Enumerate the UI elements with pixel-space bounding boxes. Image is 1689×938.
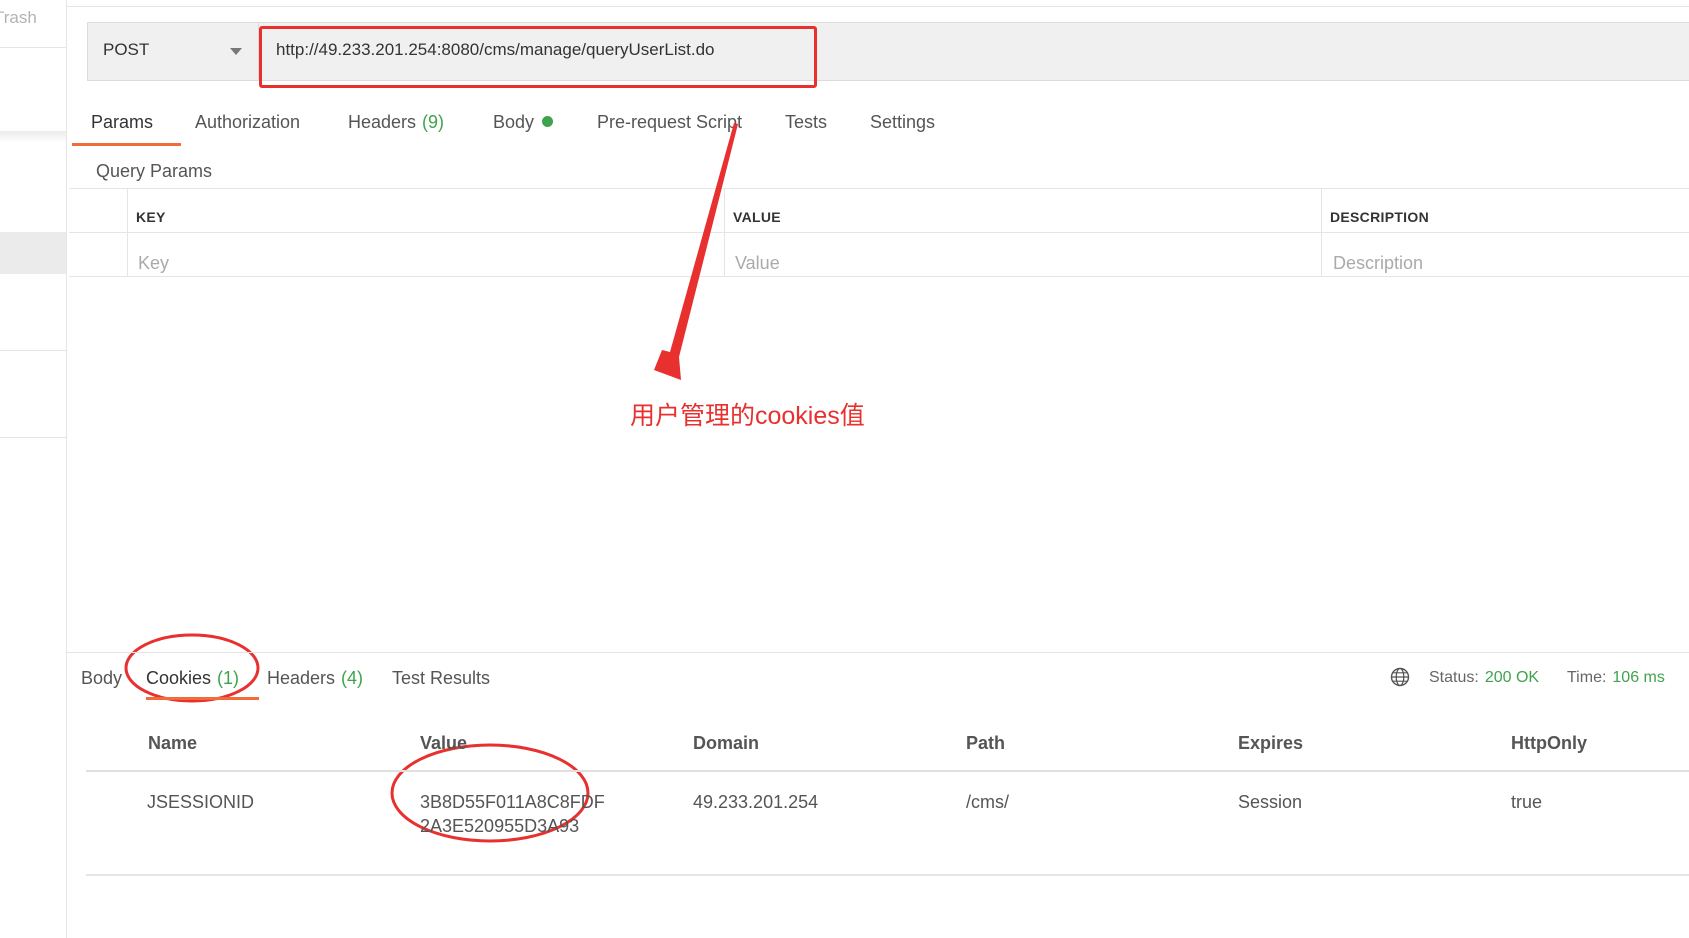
method-select[interactable]: POST bbox=[103, 40, 149, 60]
tab-label: Headers bbox=[348, 112, 417, 132]
tab-headers[interactable]: Headers (9) bbox=[348, 112, 444, 133]
param-value-input[interactable]: Value bbox=[735, 253, 780, 274]
tab-body[interactable]: Body bbox=[493, 112, 554, 133]
tab-label: Cookies bbox=[146, 668, 212, 688]
cookie-name: JSESSIONID bbox=[147, 792, 255, 812]
tab-label: Body bbox=[493, 112, 535, 132]
top-divider bbox=[66, 6, 1689, 7]
params-col-divider bbox=[127, 188, 128, 276]
annotation-arrow-shape bbox=[654, 123, 738, 380]
sidebar: Trash bbox=[0, 0, 67, 938]
status-label: Status: bbox=[1429, 669, 1479, 686]
params-col-value: VALUE bbox=[733, 209, 781, 225]
sidebar-divider bbox=[0, 47, 66, 48]
time-value: 106 ms bbox=[1612, 669, 1665, 686]
param-key-input[interactable]: Key bbox=[138, 253, 169, 274]
tab-label: Headers bbox=[267, 668, 336, 688]
response-tab-headers[interactable]: Headers (4) bbox=[267, 668, 363, 689]
tab-label: Test Results bbox=[392, 668, 491, 688]
response-tab-test-results[interactable]: Test Results bbox=[392, 668, 490, 689]
cookie-expires: Session bbox=[1238, 792, 1303, 812]
cookies-header-line bbox=[86, 770, 1689, 772]
tab-count: (1) bbox=[217, 668, 240, 688]
sidebar-divider bbox=[0, 350, 66, 351]
sidebar-trash-label[interactable]: Trash bbox=[0, 8, 37, 28]
tab-label: Body bbox=[81, 668, 123, 688]
params-col-description: DESCRIPTION bbox=[1330, 209, 1429, 225]
globe-icon[interactable] bbox=[1390, 667, 1410, 687]
cookies-col-value: Value bbox=[420, 733, 468, 753]
tab-authorization[interactable]: Authorization bbox=[195, 112, 300, 133]
response-status: Status: 200 OK bbox=[1429, 669, 1539, 687]
caret-down-icon[interactable] bbox=[230, 48, 242, 55]
cookies-row-line bbox=[86, 874, 1689, 876]
params-table-bottom bbox=[69, 276, 1689, 277]
param-description-input[interactable]: Description bbox=[1333, 253, 1423, 274]
cookies-col-expires: Expires bbox=[1238, 733, 1304, 753]
response-tab-cookies[interactable]: Cookies (1) bbox=[146, 668, 239, 689]
cookies-col-path: Path bbox=[966, 733, 1006, 753]
cookie-httponly: true bbox=[1511, 792, 1543, 812]
tab-label: Pre-request Script bbox=[597, 112, 743, 132]
active-response-tab-indicator bbox=[146, 697, 259, 700]
tab-count: (4) bbox=[341, 668, 364, 688]
tab-label: Tests bbox=[785, 112, 828, 132]
time-label: Time: bbox=[1567, 669, 1607, 686]
params-col-key: KEY bbox=[136, 209, 166, 225]
tab-label: Authorization bbox=[195, 112, 301, 132]
tab-label: Params bbox=[91, 112, 154, 132]
cookies-col-name: Name bbox=[148, 733, 198, 753]
params-table-top bbox=[69, 188, 1689, 189]
active-tab-indicator bbox=[72, 143, 181, 146]
tab-params[interactable]: Params bbox=[91, 112, 153, 133]
cookies-col-httponly: HttpOnly bbox=[1511, 733, 1587, 753]
status-value: 200 OK bbox=[1484, 669, 1540, 686]
params-col-divider bbox=[724, 188, 725, 276]
sidebar-shadow bbox=[0, 131, 66, 143]
tab-label: Settings bbox=[870, 112, 936, 132]
sidebar-divider bbox=[0, 437, 66, 438]
sidebar-item-selected[interactable] bbox=[0, 232, 66, 274]
annotation-text: 用户管理的cookies值 bbox=[630, 402, 865, 430]
cookie-domain: 49.233.201.254 bbox=[693, 792, 819, 812]
cookie-path: /cms/ bbox=[966, 792, 1009, 812]
params-col-divider bbox=[1321, 188, 1322, 276]
body-status-dot bbox=[542, 116, 554, 127]
cookie-value: 3B8D55F011A8C8FDF2A3E520955D3A93 bbox=[420, 792, 605, 836]
tab-count: (9) bbox=[422, 112, 445, 132]
response-divider bbox=[66, 652, 1689, 653]
query-params-title: Query Params bbox=[96, 161, 213, 181]
tab-settings[interactable]: Settings bbox=[870, 112, 935, 133]
tab-pre-request-script[interactable]: Pre-request Script bbox=[597, 112, 742, 133]
url-annotation-box bbox=[259, 26, 817, 88]
response-time: Time: 106 ms bbox=[1567, 669, 1665, 687]
params-table-header-line bbox=[69, 232, 1689, 233]
response-tab-body[interactable]: Body bbox=[81, 668, 122, 689]
cookies-col-domain: Domain bbox=[693, 733, 760, 753]
tab-tests[interactable]: Tests bbox=[785, 112, 827, 133]
